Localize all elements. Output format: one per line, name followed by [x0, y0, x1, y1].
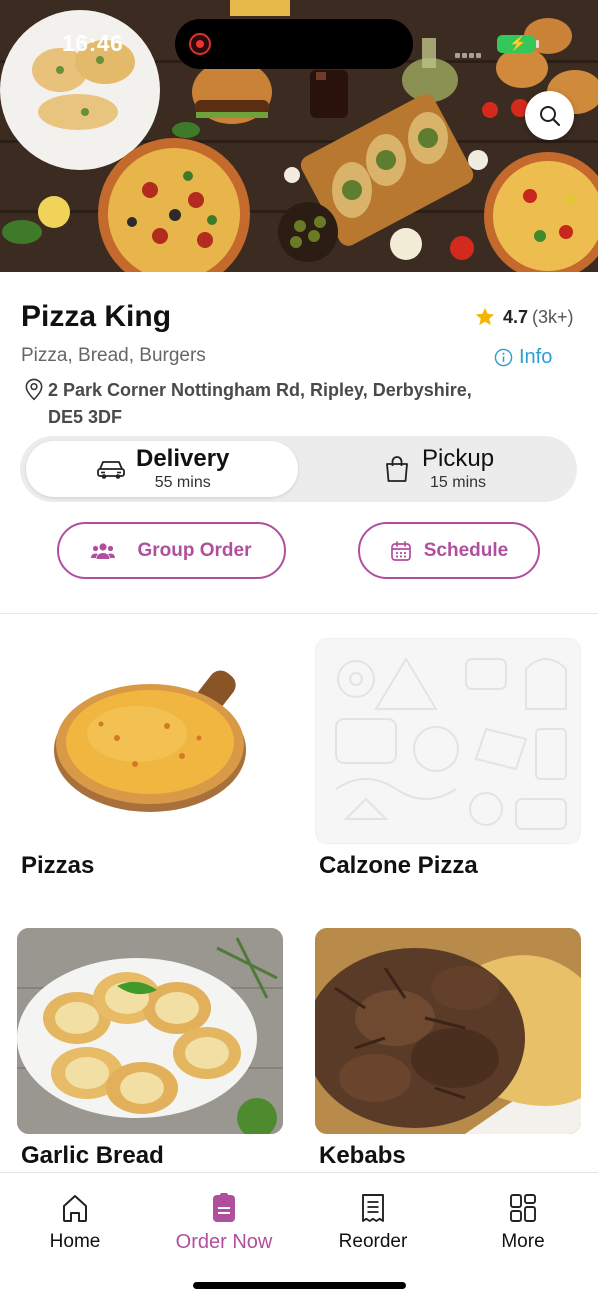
category-card-pizzas[interactable] — [17, 638, 283, 844]
category-name: Kebabs — [319, 1142, 406, 1169]
cuisine-list: Pizza, Bread, Burgers — [21, 345, 206, 366]
info-link[interactable]: Info — [494, 346, 552, 369]
grid-icon — [510, 1194, 536, 1222]
bottom-navigation: Home Order Now Reorder More — [0, 1172, 598, 1300]
delivery-option[interactable]: Delivery 55 mins — [26, 441, 298, 497]
order-icon — [213, 1193, 235, 1222]
nav-label: More — [501, 1231, 545, 1252]
star-icon — [475, 307, 495, 326]
hero-banner: 16:46 ⚡ — [0, 0, 598, 272]
pickup-label: Pickup — [422, 445, 495, 472]
delivery-time: 55 mins — [154, 474, 211, 491]
schedule-button[interactable]: Schedule — [358, 522, 540, 579]
section-divider — [0, 613, 598, 614]
nav-item-reorder[interactable]: Reorder — [298, 1193, 448, 1253]
category-card-calzone-pizza[interactable] — [315, 638, 581, 844]
category-card-garlic-bread[interactable] — [17, 928, 283, 1134]
category-image — [17, 638, 283, 844]
nav-item-order-now[interactable]: Order Now — [149, 1193, 299, 1254]
home-indicator — [193, 1282, 406, 1289]
delivery-label: Delivery — [136, 445, 230, 472]
group-order-label: Group Order — [137, 539, 252, 561]
recording-indicator-icon — [189, 33, 211, 55]
search-icon — [539, 105, 560, 126]
pickup-option[interactable]: Pickup 15 mins — [380, 441, 560, 497]
nav-label: Order Now — [175, 1231, 273, 1253]
category-card-kebabs[interactable] — [315, 928, 581, 1134]
category-image — [17, 928, 283, 1134]
signal-icon — [455, 40, 489, 58]
search-button[interactable] — [525, 91, 574, 140]
nav-item-home[interactable]: Home — [0, 1193, 150, 1253]
shopping-bag-icon — [386, 456, 408, 482]
category-image — [315, 928, 581, 1134]
address-text: 2 Park Corner Nottingham Rd, Ripley, Der… — [48, 380, 472, 427]
info-icon — [494, 348, 513, 367]
rating-score: 4.7 — [503, 306, 529, 327]
category-placeholder-image — [315, 638, 581, 844]
address: 2 Park Corner Nottingham Rd, Ripley, Der… — [24, 377, 494, 431]
category-name: Garlic Bread — [21, 1142, 164, 1169]
home-icon — [63, 1195, 87, 1222]
nav-label: Home — [49, 1231, 101, 1252]
car-icon — [97, 461, 125, 479]
status-time: 16:46 — [62, 30, 124, 56]
info-label: Info — [519, 346, 553, 368]
restaurant-name: Pizza King — [21, 300, 172, 333]
category-name: Calzone Pizza — [319, 852, 478, 879]
receipt-icon — [362, 1194, 384, 1222]
nav-label: Reorder — [338, 1231, 408, 1252]
location-pin-icon — [25, 378, 43, 401]
schedule-label: Schedule — [423, 539, 509, 561]
nav-item-more[interactable]: More — [448, 1193, 598, 1253]
dynamic-island — [175, 19, 413, 69]
calendar-icon — [390, 540, 411, 561]
group-order-button[interactable]: Group Order — [57, 522, 286, 579]
rating-count: (3k+) — [532, 306, 574, 327]
rating: 4.7 (3k+) — [474, 306, 574, 328]
category-name: Pizzas — [21, 852, 95, 879]
pickup-time: 15 mins — [430, 474, 487, 491]
group-icon — [91, 542, 116, 559]
battery-icon: ⚡ — [497, 35, 539, 53]
order-mode-toggle: Delivery 55 mins Pickup 15 mins — [20, 436, 577, 502]
